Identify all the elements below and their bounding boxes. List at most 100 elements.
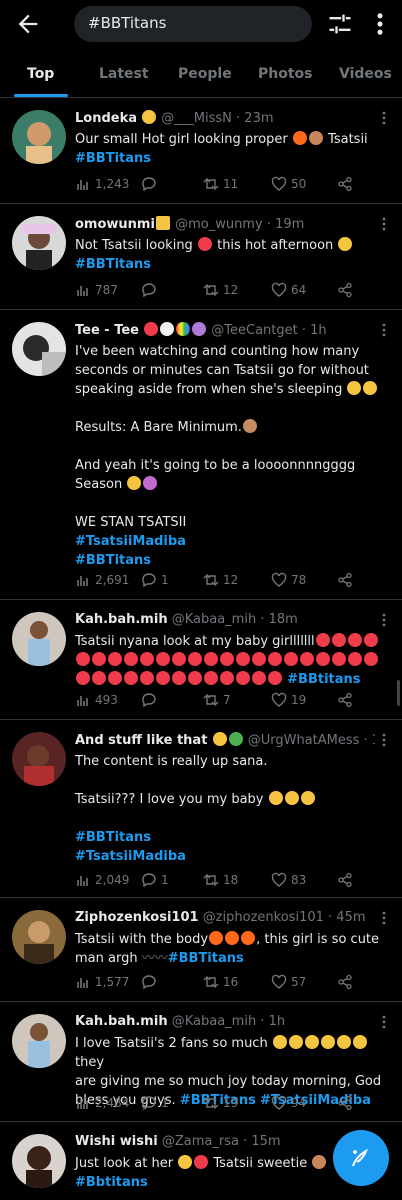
views-count: 493 <box>95 693 118 707</box>
tweet-menu-icon[interactable] <box>378 612 390 628</box>
user-handle[interactable]: @mo_wunmy <box>175 217 263 232</box>
like-button[interactable]: 78 <box>271 570 306 590</box>
hashtag-link[interactable]: #BBTitans <box>75 830 151 845</box>
hashtag-link[interactable]: #BBTitans <box>75 257 151 272</box>
pleading-emoji-icon <box>304 1035 319 1049</box>
views-icon <box>77 1099 88 1109</box>
tab-photos[interactable]: Photos <box>258 66 313 82</box>
tweet-menu-icon[interactable] <box>378 1014 390 1030</box>
views-button[interactable]: 1,243 <box>75 174 129 194</box>
reply-button[interactable]: 1 <box>141 1093 169 1113</box>
retweet-button[interactable]: 18 <box>203 870 238 890</box>
tweet[interactable]: Kah.bah.mih @Kabaa_mih · 18m Tsatsii nya… <box>0 600 402 720</box>
scrollbar-thumb[interactable] <box>397 680 400 706</box>
like-button[interactable]: 19 <box>271 690 306 710</box>
tweet-menu-icon[interactable] <box>378 322 390 338</box>
display-name[interactable]: Londeka <box>75 111 137 126</box>
user-handle[interactable]: @Kabaa_mih <box>172 1014 256 1029</box>
retweet-button[interactable]: 12 <box>203 570 238 590</box>
display-name[interactable]: And stuff like that <box>75 733 207 748</box>
retweet-button[interactable]: 16 <box>203 972 238 992</box>
share-button[interactable] <box>337 972 357 992</box>
hashtag-link[interactable]: #TsatsiiMadiba <box>75 849 186 864</box>
display-name[interactable]: Wishi wishi <box>75 1134 158 1149</box>
reply-button[interactable] <box>141 280 161 300</box>
hashtag-link[interactable]: #Bbtitans <box>75 1175 148 1190</box>
user-handle[interactable]: @ziphozenkosi101 <box>203 910 324 925</box>
views-button[interactable]: 787 <box>75 280 118 300</box>
heart-eyes-emoji-icon <box>204 652 218 666</box>
hashtag-link[interactable]: #BBTitans <box>75 151 151 166</box>
retweet-button[interactable]: 7 <box>203 690 231 710</box>
reply-button[interactable]: 1 <box>141 870 169 890</box>
avatar[interactable] <box>12 110 66 164</box>
tweet[interactable]: Londeka @___MissN · 23m Our small Hot gi… <box>0 98 402 204</box>
display-name[interactable]: Ziphozenkosi101 <box>75 910 199 925</box>
share-button[interactable] <box>337 870 357 890</box>
user-handle[interactable]: @Kabaa_mih <box>172 612 256 627</box>
reply-button[interactable] <box>141 972 161 992</box>
like-button[interactable]: 57 <box>271 972 306 992</box>
reply-icon <box>142 573 156 588</box>
avatar[interactable] <box>12 216 66 270</box>
share-button[interactable] <box>337 280 357 300</box>
display-name[interactable]: omowunmi <box>75 217 155 232</box>
tweet-menu-icon[interactable] <box>378 910 390 926</box>
user-handle[interactable]: @Zama_rsa <box>162 1134 239 1149</box>
heart-icon <box>271 282 287 297</box>
user-handle[interactable]: @UrgWhatAMess <box>248 733 360 748</box>
tweet-menu-icon[interactable] <box>378 110 390 126</box>
avatar[interactable] <box>12 1014 66 1068</box>
views-button[interactable]: 1,577 <box>75 972 129 992</box>
share-button[interactable] <box>337 174 357 194</box>
hashtag-link[interactable]: #BBTitans <box>75 553 151 568</box>
views-button[interactable]: 2,484 <box>75 1093 129 1113</box>
hashtag-link[interactable]: #BBTitans <box>168 951 244 966</box>
user-handle[interactable]: @___MissN <box>161 111 232 126</box>
reply-button[interactable]: 1 <box>141 570 169 590</box>
back-arrow-icon[interactable] <box>14 10 42 38</box>
avatar[interactable] <box>12 910 66 964</box>
share-button[interactable] <box>337 690 357 710</box>
tweet-header: omowunmi @mo_wunmy · 19m <box>75 216 375 232</box>
like-button[interactable]: 50 <box>271 174 306 194</box>
search-input[interactable]: #BBTitans <box>74 6 312 42</box>
display-name[interactable]: Kah.bah.mih <box>75 612 168 627</box>
like-button[interactable]: 94 <box>271 1093 306 1113</box>
tweet-menu-icon[interactable] <box>378 732 390 748</box>
tweet[interactable]: Ziphozenkosi101 @ziphozenkosi101 · 45m T… <box>0 898 402 1002</box>
tweet[interactable]: Tee - Tee @TeeCantget · 1h I've been wat… <box>0 310 402 600</box>
overflow-menu-icon[interactable] <box>372 10 388 38</box>
tweet[interactable]: Kah.bah.mih @Kabaa_mih · 1h I love Tsats… <box>0 1002 402 1122</box>
display-name[interactable]: Kah.bah.mih <box>75 1014 168 1029</box>
like-button[interactable]: 64 <box>271 280 306 300</box>
views-button[interactable]: 2,049 <box>75 870 129 890</box>
views-button[interactable]: 493 <box>75 690 118 710</box>
avatar[interactable] <box>12 612 66 666</box>
tab-latest[interactable]: Latest <box>99 66 149 82</box>
avatar[interactable] <box>12 1134 66 1188</box>
hashtag-link[interactable]: #TsatsiiMadiba <box>75 534 186 549</box>
retweet-button[interactable]: 11 <box>203 174 238 194</box>
user-handle[interactable]: @TeeCantget <box>211 323 297 338</box>
tab-top[interactable]: Top <box>27 66 54 82</box>
tweet[interactable]: omowunmi @mo_wunmy · 19m Not Tsatsii loo… <box>0 204 402 310</box>
hashtag-link[interactable]: #BBtitans <box>287 672 360 687</box>
tweet-menu-icon[interactable] <box>378 216 390 232</box>
reply-button[interactable] <box>141 174 161 194</box>
compose-tweet-button[interactable] <box>333 1130 389 1186</box>
tab-people[interactable]: People <box>178 66 232 82</box>
avatar[interactable] <box>12 732 66 786</box>
tab-videos[interactable]: Videos <box>339 66 392 82</box>
reply-button[interactable] <box>141 690 161 710</box>
retweet-button[interactable]: 12 <box>203 280 238 300</box>
retweet-button[interactable]: 19 <box>203 1093 238 1113</box>
views-button[interactable]: 2,691 <box>75 570 129 590</box>
display-name[interactable]: Tee - Tee <box>75 323 139 338</box>
like-button[interactable]: 83 <box>271 870 306 890</box>
search-settings-icon[interactable] <box>326 10 354 38</box>
share-button[interactable] <box>337 1093 357 1113</box>
share-button[interactable] <box>337 570 357 590</box>
avatar[interactable] <box>12 322 66 376</box>
tweet[interactable]: And stuff like that @UrgWhatAMess · 1h T… <box>0 720 402 898</box>
